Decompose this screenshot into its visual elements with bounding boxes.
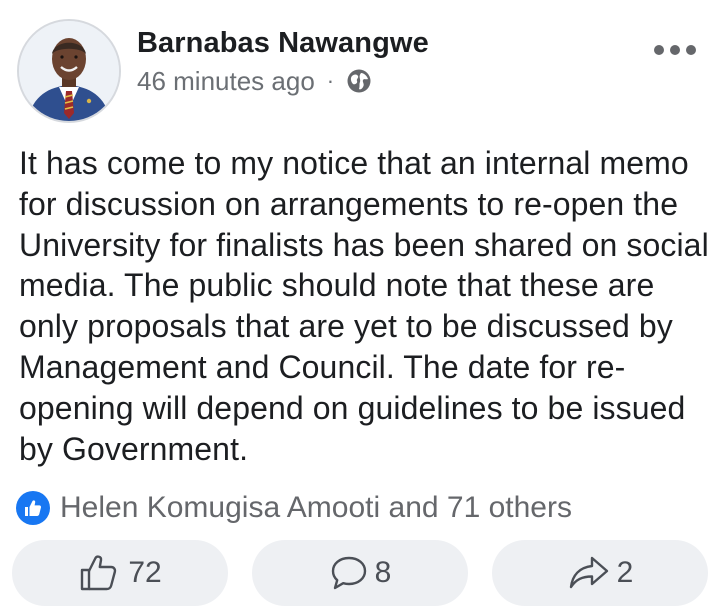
- author-name[interactable]: Barnabas Nawangwe: [137, 27, 429, 60]
- more-dot: [654, 45, 664, 55]
- comment-count: 8: [374, 556, 392, 589]
- share-icon: [569, 556, 608, 589]
- thumbs-up-icon: [81, 555, 117, 591]
- action-bar: 72 8 2: [12, 540, 708, 606]
- more-dot: [670, 45, 680, 55]
- share-button[interactable]: 2: [492, 540, 708, 606]
- share-count: 2: [616, 556, 634, 589]
- avatar-image: [19, 21, 119, 121]
- post-header: Barnabas Nawangwe 46 minutes ago ·: [0, 0, 720, 130]
- reactions-summary[interactable]: Helen Komugisa Amooti and 71 others: [16, 490, 572, 526]
- comment-icon: [331, 556, 366, 590]
- post-text: It has come to my notice that an interna…: [19, 145, 709, 467]
- post-timestamp[interactable]: 46 minutes ago: [137, 66, 315, 97]
- author-avatar[interactable]: [17, 19, 121, 123]
- post-meta: 46 minutes ago ·: [137, 64, 372, 98]
- more-options-icon[interactable]: [654, 36, 696, 64]
- reactions-text: Helen Komugisa Amooti and 71 others: [60, 491, 572, 524]
- globe-icon[interactable]: [346, 68, 372, 94]
- like-count: 72: [128, 556, 162, 589]
- like-reaction-icon: [16, 491, 50, 525]
- like-button[interactable]: 72: [12, 540, 228, 606]
- meta-separator: ·: [326, 68, 335, 93]
- post-card: Barnabas Nawangwe 46 minutes ago · It ha…: [0, 0, 720, 614]
- more-dot: [686, 45, 696, 55]
- comment-button[interactable]: 8: [252, 540, 468, 606]
